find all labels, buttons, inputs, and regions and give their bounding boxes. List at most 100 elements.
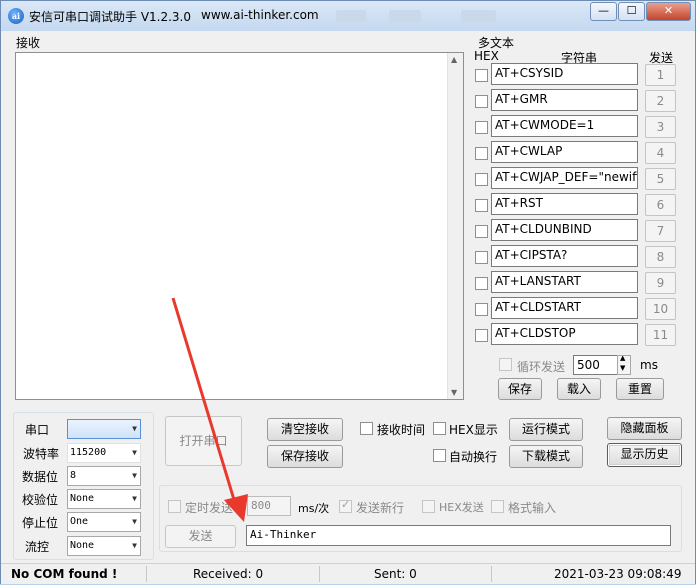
multitext-send-button[interactable]: 10 [645,298,676,320]
multitext-row: AT+CWJAP_DEF="newifi_ 5 [474,167,684,191]
flowcontrol-label: 流控 [25,540,50,554]
blurred-title-segment [336,10,366,22]
format-input-checkbox[interactable] [491,500,504,513]
send-newline-checkbox[interactable] [339,498,352,513]
send-interval-input[interactable]: 800 [247,496,291,516]
flowcontrol-select[interactable]: None ▼ [67,536,141,556]
hide-panel-button[interactable]: 隐藏面板 [607,417,682,440]
multitext-hex-checkbox[interactable] [475,121,488,134]
chevron-down-icon: ▼ [132,517,137,526]
reset-multitext-button[interactable]: 重置 [616,378,664,400]
multitext-send-button[interactable]: 5 [645,168,676,190]
multitext-input[interactable]: AT+CWMODE=1 [491,115,638,137]
databits-select[interactable]: 8 ▼ [67,466,141,486]
close-icon: ✕ [663,4,674,17]
receive-time-checkbox[interactable] [360,422,373,435]
multitext-send-button[interactable]: 1 [645,64,676,86]
timed-send-checkbox[interactable] [168,500,181,513]
multitext-input[interactable]: AT+CLDSTART [491,297,638,319]
run-mode-button[interactable]: 运行模式 [509,418,583,441]
loop-interval-spinner[interactable]: ▲ ▼ [617,354,631,375]
baud-select[interactable]: 115200 ▼ [67,443,141,463]
multitext-hex-checkbox[interactable] [475,251,488,264]
stopbits-select[interactable]: One ▼ [67,512,141,532]
scroll-up-icon[interactable]: ▲ [451,55,457,64]
baud-label: 波特率 [23,447,60,461]
multitext-row: AT+RST 6 [474,193,684,217]
stopbits-value: One [70,516,89,527]
loop-unit-label: ms [640,358,658,372]
save-receive-button[interactable]: 保存接收 [267,445,343,468]
multitext-send-button[interactable]: 7 [645,220,676,242]
receive-textarea[interactable]: ▲ ▼ [15,52,464,400]
multitext-row: AT+LANSTART 9 [474,271,684,295]
app-window: ai 安信可串口调试助手 V1.2.3.0 www.ai-thinker.com… [0,0,696,584]
databits-label: 数据位 [22,470,59,484]
multitext-send-button[interactable]: 3 [645,116,676,138]
auto-wrap-label: 自动换行 [449,450,498,464]
multitext-hex-checkbox[interactable] [475,69,488,82]
multitext-input[interactable]: AT+CLDSTOP [491,323,638,345]
hex-display-checkbox[interactable] [433,422,446,435]
loop-interval-input[interactable]: 500 [573,355,619,375]
send-newline-label: 发送新行 [356,501,405,515]
multitext-hex-checkbox[interactable] [475,173,488,186]
status-divider [319,566,320,582]
multitext-input[interactable]: AT+CLDUNBIND [491,219,638,241]
multitext-hex-checkbox[interactable] [475,199,488,212]
open-port-button[interactable]: 打开串口 [165,416,242,466]
multitext-hex-checkbox[interactable] [475,225,488,238]
multitext-hex-checkbox[interactable] [475,147,488,160]
spin-up-icon[interactable]: ▲ [620,354,625,362]
hex-send-checkbox[interactable] [422,500,435,513]
maximize-button[interactable]: ☐ [618,2,645,21]
parity-select[interactable]: None ▼ [67,489,141,509]
multitext-send-button[interactable]: 4 [645,142,676,164]
close-button[interactable]: ✕ [646,2,691,21]
multitext-input[interactable]: AT+CSYSID [491,63,638,85]
multitext-hex-checkbox[interactable] [475,277,488,290]
multitext-send-button[interactable]: 2 [645,90,676,112]
receive-label: 接收 [16,36,41,50]
blurred-title-segment [461,10,496,22]
multitext-send-button[interactable]: 9 [645,272,676,294]
status-divider [146,566,147,582]
multitext-send-button[interactable]: 11 [645,324,676,346]
send-text-input[interactable]: Ai-Thinker [246,525,671,546]
timed-send-label: 定时发送 [185,501,234,515]
multitext-input[interactable]: AT+RST [491,193,638,215]
receive-scrollbar[interactable]: ▲ ▼ [447,53,463,399]
multitext-hex-checkbox[interactable] [475,95,488,108]
multitext-input[interactable]: AT+CWLAP [491,141,638,163]
load-multitext-button[interactable]: 载入 [557,378,601,400]
multitext-input[interactable]: AT+LANSTART [491,271,638,293]
maximize-icon: ☐ [626,4,637,17]
spin-down-icon[interactable]: ▼ [620,364,625,372]
parity-value: None [70,493,95,504]
multitext-input[interactable]: AT+GMR [491,89,638,111]
send-interval-unit: ms/次 [298,502,330,515]
format-input-label: 格式输入 [508,501,557,515]
download-mode-button[interactable]: 下载模式 [509,445,583,468]
com-status: No COM found ! [11,567,118,581]
chevron-down-icon: ▼ [132,471,137,480]
loop-send-checkbox[interactable] [499,358,512,371]
multitext-input[interactable]: AT+CIPSTA? [491,245,638,267]
show-history-button[interactable]: 显示历史 [607,443,682,467]
multitext-send-button[interactable]: 8 [645,246,676,268]
scroll-down-icon[interactable]: ▼ [451,388,457,397]
clear-receive-button[interactable]: 清空接收 [267,418,343,441]
multitext-row: AT+CWLAP 4 [474,141,684,165]
multitext-hex-checkbox[interactable] [475,329,488,342]
auto-wrap-checkbox[interactable] [433,449,446,462]
multitext-hex-checkbox[interactable] [475,303,488,316]
send-button[interactable]: 发送 [165,525,236,548]
multitext-send-button[interactable]: 6 [645,194,676,216]
multitext-row: AT+CWMODE=1 3 [474,115,684,139]
minimize-button[interactable]: — [590,2,617,21]
multitext-input[interactable]: AT+CWJAP_DEF="newifi_ [491,167,638,189]
datetime: 2021-03-23 09:08:49 [554,567,682,581]
port-select[interactable]: ▼ [67,419,141,439]
save-multitext-button[interactable]: 保存 [498,378,542,400]
multitext-row: AT+CIPSTA? 8 [474,245,684,269]
